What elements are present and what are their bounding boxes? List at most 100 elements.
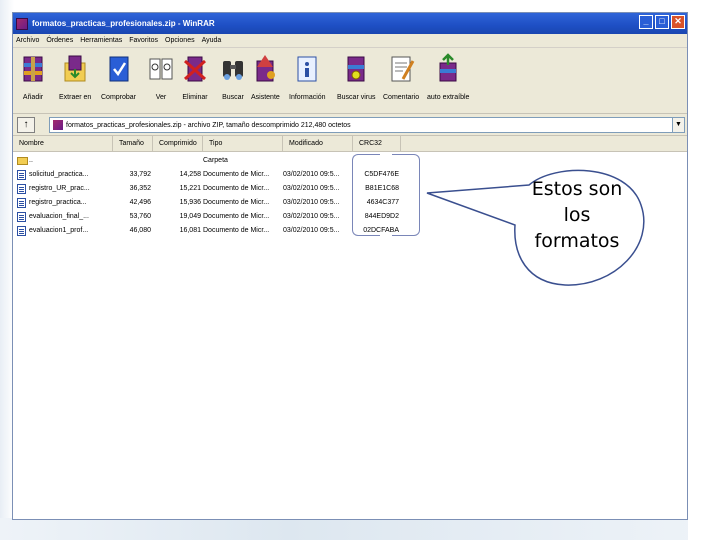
test-button[interactable]: Comprobar: [101, 52, 136, 110]
info-icon: [293, 52, 321, 86]
cell-size: [113, 154, 151, 168]
cell-size: 53,760: [129, 213, 151, 220]
table-row[interactable]: solicitud_practica... 33,792 14,258 Documen…: [13, 168, 403, 182]
callout-line-2: los: [563, 204, 591, 226]
cell-size: 42,496: [129, 199, 151, 206]
slide-decoration-bottom: [0, 518, 720, 540]
sfx-icon: [434, 52, 462, 86]
word-document-icon: [17, 212, 26, 222]
cell-packed: 19,049: [179, 213, 201, 220]
add-archive-icon: [19, 52, 47, 86]
cell-name: registro_practica...: [29, 199, 87, 206]
archive-icon: [53, 120, 63, 130]
virus-scan-label: Buscar virus: [337, 94, 376, 101]
table-row[interactable]: evaluacion1_prof... 46,080 16,081 Documento…: [13, 224, 403, 238]
cell-modified: 03/02/2010 09:5...: [283, 213, 340, 220]
column-size[interactable]: Tamaño: [113, 136, 153, 152]
view-button[interactable]: Ver: [147, 52, 175, 110]
find-button[interactable]: Buscar: [219, 52, 247, 110]
cell-packed: 16,081: [179, 227, 201, 234]
info-label: Información: [289, 94, 326, 101]
chevron-down-icon[interactable]: ▼: [672, 118, 684, 132]
delete-icon: [181, 52, 209, 86]
cell-name: evaluacion1_prof...: [29, 227, 89, 234]
column-name[interactable]: Nombre: [13, 136, 113, 152]
extract-to-label: Extraer en: [59, 94, 92, 101]
address-field[interactable]: formatos_practicas_profesionales.zip - a…: [49, 117, 685, 133]
address-bar: ↑ formatos_practicas_profesionales.zip -…: [13, 114, 687, 136]
wizard-button[interactable]: Asistente: [251, 52, 280, 110]
address-text: formatos_practicas_profesionales.zip - a…: [66, 121, 351, 129]
cell-type: Documento de Micr...: [203, 227, 270, 234]
table-row[interactable]: .. Carpeta: [13, 154, 403, 168]
cell-type: Documento de Micr...: [203, 199, 270, 206]
close-button[interactable]: ✕: [671, 15, 685, 29]
cell-packed: 15,936: [179, 199, 201, 206]
cell-name: registro_UR_prac...: [29, 185, 90, 192]
cell-type: Documento de Micr...: [203, 171, 270, 178]
delete-button[interactable]: Eliminar: [181, 52, 209, 110]
word-document-icon: [17, 226, 26, 236]
extract-to-button[interactable]: Extraer en: [59, 52, 91, 110]
menu-ordenes[interactable]: Órdenes: [46, 37, 73, 44]
table-row[interactable]: evaluacion_final_... 53,760 19,049 Document…: [13, 210, 403, 224]
find-icon: [219, 52, 247, 86]
menu-bar: Archivo Órdenes Herramientas Favoritos O…: [13, 34, 687, 48]
info-button[interactable]: Información: [289, 52, 326, 110]
sfx-button[interactable]: auto extraíble: [427, 52, 469, 110]
toolbar: Añadir Extraer en Comprobar Ver Eliminar…: [13, 48, 687, 114]
cell-modified: 03/02/2010 09:5...: [283, 171, 340, 178]
minimize-button[interactable]: _: [639, 15, 653, 29]
cell-type: Documento de Micr...: [203, 185, 270, 192]
virus-scan-button[interactable]: Buscar virus: [337, 52, 376, 110]
comment-label: Comentario: [383, 94, 420, 101]
test-label: Comprobar: [101, 94, 137, 101]
column-type[interactable]: Tipo: [203, 136, 283, 152]
word-document-icon: [17, 198, 26, 208]
cell-name: solicitud_practica...: [29, 171, 89, 178]
cell-modified: 03/02/2010 09:5...: [283, 185, 340, 192]
test-icon: [105, 52, 133, 86]
comment-button[interactable]: Comentario: [383, 52, 419, 110]
menu-archivo[interactable]: Archivo: [16, 37, 39, 44]
cell-modified: [283, 154, 351, 168]
view-icon: [147, 52, 175, 86]
selection-bracket-left: [352, 154, 380, 236]
table-row[interactable]: registro_UR_prac... 36,352 15,221 Documento…: [13, 182, 403, 196]
menu-ayuda[interactable]: Ayuda: [202, 37, 222, 44]
up-folder-button[interactable]: ↑: [17, 117, 35, 133]
cell-packed: 14,258: [179, 171, 201, 178]
table-row[interactable]: registro_practica... 42,496 15,936 Document…: [13, 196, 403, 210]
column-modified[interactable]: Modificado: [283, 136, 353, 152]
column-packed[interactable]: Comprimido: [153, 136, 203, 152]
cell-modified: 03/02/2010 09:5...: [283, 199, 340, 206]
extract-to-icon: [61, 52, 89, 86]
slide: formatos_practicas_profesionales.zip - W…: [0, 0, 720, 540]
menu-herramientas[interactable]: Herramientas: [80, 37, 122, 44]
menu-opciones[interactable]: Opciones: [165, 37, 195, 44]
menu-favoritos[interactable]: Favoritos: [129, 37, 158, 44]
cell-modified: 03/02/2010 09:5...: [283, 227, 340, 234]
virus-scan-icon: [342, 52, 370, 86]
window-title: formatos_practicas_profesionales.zip - W…: [32, 19, 215, 28]
comment-icon: [387, 52, 415, 86]
cell-packed: 15,221: [179, 185, 201, 192]
folder-icon: [17, 157, 28, 165]
winrar-app-icon: [16, 17, 28, 30]
cell-name: evaluacion_final_...: [29, 213, 89, 220]
maximize-button[interactable]: □: [655, 15, 669, 29]
slide-decoration-right: [688, 0, 720, 540]
word-document-icon: [17, 184, 26, 194]
column-crc[interactable]: CRC32: [353, 136, 401, 152]
cell-size: 36,352: [129, 185, 151, 192]
add-button[interactable]: Añadir: [19, 52, 47, 110]
cell-packed: [153, 154, 201, 168]
cell-size: 46,080: [129, 227, 151, 234]
cell-size: 33,792: [129, 171, 151, 178]
add-label: Añadir: [22, 94, 44, 101]
cell-type: Documento de Micr...: [203, 213, 270, 220]
title-bar[interactable]: formatos_practicas_profesionales.zip - W…: [13, 13, 687, 34]
callout-text: Estos son los formatos: [522, 176, 632, 254]
find-label: Buscar: [222, 94, 244, 101]
cell-type: Carpeta: [203, 157, 228, 164]
